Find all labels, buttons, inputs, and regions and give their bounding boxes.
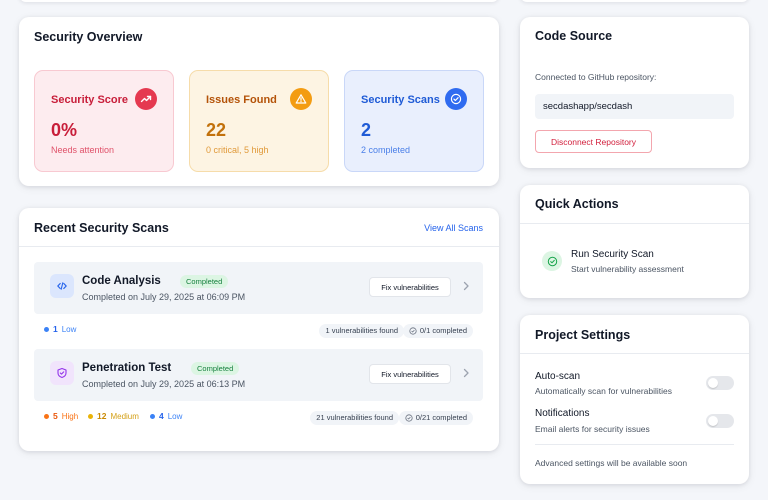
project-settings-card: Project Settings Auto-scan Automatically… bbox=[520, 315, 749, 484]
scan-meta-row: 5 High 12 Medium 4 Low 21 vulnerabilitie… bbox=[34, 411, 483, 425]
recent-scans-title: Recent Security Scans bbox=[34, 221, 169, 235]
fix-vulnerabilities-button[interactable]: Fix vulnerabilities bbox=[369, 277, 451, 297]
progress-text: 0/21 completed bbox=[415, 413, 467, 422]
code-source-card: Code Source Connected to GitHub reposito… bbox=[520, 17, 749, 168]
code-icon bbox=[50, 274, 74, 298]
connected-text: Connected to GitHub repository: bbox=[535, 72, 657, 82]
severity-low: 1 Low bbox=[44, 324, 76, 334]
quick-actions-card: Quick Actions Run Security Scan Start vu… bbox=[520, 185, 749, 298]
auto-scan-label: Auto-scan bbox=[535, 371, 581, 382]
status-badge: Completed bbox=[180, 275, 229, 288]
issues-found-value: 22 bbox=[206, 120, 227, 140]
play-circle-icon bbox=[542, 251, 562, 271]
fix-vulnerabilities-button[interactable]: Fix vulnerabilities bbox=[369, 364, 451, 384]
severity-count: 4 bbox=[159, 411, 164, 421]
severity-count: 5 bbox=[53, 411, 58, 421]
card-top-edge bbox=[19, 0, 499, 2]
severity-high: 5 High bbox=[44, 411, 78, 421]
toggle-knob bbox=[708, 378, 718, 388]
severity-label: Low bbox=[61, 324, 77, 334]
scan-name: Code Analysis bbox=[82, 275, 161, 287]
toggle-knob bbox=[708, 416, 718, 426]
chevron-right-icon[interactable] bbox=[459, 279, 473, 293]
security-scans-label: Security Scans bbox=[361, 94, 440, 106]
progress-text: 0/1 completed bbox=[419, 326, 467, 335]
trending-up-icon bbox=[135, 88, 157, 110]
divider bbox=[520, 223, 749, 224]
notifications-toggle[interactable] bbox=[706, 414, 734, 428]
security-score-value: 0% bbox=[51, 120, 78, 140]
issues-found-label: Issues Found bbox=[206, 94, 277, 106]
severity-label: High bbox=[61, 411, 79, 421]
vulnerabilities-found-pill: 21 vulnerabilities found bbox=[310, 411, 399, 425]
quick-actions-title: Quick Actions bbox=[535, 197, 619, 211]
issues-found-sub: 0 critical, 5 high bbox=[206, 145, 269, 155]
security-score-label: Security Score bbox=[51, 94, 129, 106]
divider bbox=[520, 353, 749, 354]
divider bbox=[19, 246, 499, 247]
view-all-scans-link[interactable]: View All Scans bbox=[424, 223, 483, 233]
severity-low: 4 Low bbox=[150, 411, 182, 421]
status-badge: Completed bbox=[191, 362, 240, 375]
severity-count: 12 bbox=[97, 411, 107, 421]
security-scans-tile: Security Scans 2 2 completed bbox=[344, 70, 484, 172]
disconnect-repository-button[interactable]: Disconnect Repository bbox=[535, 130, 652, 153]
settings-note: Advanced settings will be available soon bbox=[535, 458, 688, 468]
divider bbox=[535, 444, 734, 445]
auto-scan-sub: Automatically scan for vulnerabilities bbox=[535, 386, 673, 396]
scan-row-penetration-test[interactable]: Penetration Test Completed Completed on … bbox=[34, 349, 483, 401]
security-score-tile: Security Score 0% Needs attention bbox=[34, 70, 174, 172]
check-circle-icon bbox=[409, 327, 417, 335]
issues-found-tile: Issues Found 22 0 critical, 5 high bbox=[189, 70, 329, 172]
chevron-right-icon[interactable] bbox=[459, 366, 473, 380]
run-security-scan-action[interactable]: Run Security Scan Start vulnerability as… bbox=[542, 247, 732, 277]
notifications-sub: Email alerts for security issues bbox=[535, 424, 650, 434]
check-circle-icon bbox=[445, 88, 467, 110]
security-overview-title: Security Overview bbox=[34, 30, 143, 44]
action-title: Run Security Scan bbox=[571, 249, 654, 260]
severity-dot bbox=[44, 413, 49, 419]
shield-icon bbox=[50, 361, 74, 385]
repository-name: secdashapp/secdash bbox=[535, 94, 734, 119]
severity-dot bbox=[44, 326, 49, 332]
severity-dot bbox=[150, 413, 155, 419]
severity-label: Low bbox=[167, 411, 183, 421]
check-circle-icon bbox=[405, 414, 413, 422]
card-top-edge bbox=[520, 0, 749, 2]
action-sub: Start vulnerability assessment bbox=[571, 264, 684, 274]
severity-dot bbox=[88, 413, 93, 419]
security-scans-value: 2 bbox=[361, 120, 372, 140]
scan-date: Completed on July 29, 2025 at 06:13 PM bbox=[82, 379, 246, 389]
security-score-sub: Needs attention bbox=[51, 145, 115, 155]
severity-count: 1 bbox=[53, 324, 58, 334]
scan-row-code-analysis[interactable]: Code Analysis Completed Completed on Jul… bbox=[34, 262, 483, 314]
warning-triangle-icon bbox=[290, 88, 312, 110]
scan-meta-row: 1 Low 1 vulnerabilities found 0/1 comple… bbox=[34, 324, 483, 338]
scan-date: Completed on July 29, 2025 at 06:09 PM bbox=[82, 292, 246, 302]
notifications-label: Notifications bbox=[535, 408, 590, 419]
security-scans-sub: 2 completed bbox=[361, 145, 411, 155]
scan-name: Penetration Test bbox=[82, 362, 172, 374]
severity-medium: 12 Medium bbox=[88, 411, 139, 421]
security-overview-card: Security Overview Security Score 0% Need… bbox=[19, 17, 499, 186]
severity-label: Medium bbox=[110, 411, 139, 421]
auto-scan-toggle[interactable] bbox=[706, 376, 734, 390]
recent-scans-card: Recent Security Scans View All Scans Cod… bbox=[19, 208, 499, 451]
progress-pill: 0/21 completed bbox=[398, 411, 473, 425]
code-source-title: Code Source bbox=[535, 29, 613, 43]
project-settings-title: Project Settings bbox=[535, 328, 631, 342]
vulnerabilities-found-pill: 1 vulnerabilities found bbox=[319, 324, 404, 338]
progress-pill: 0/1 completed bbox=[402, 324, 473, 338]
